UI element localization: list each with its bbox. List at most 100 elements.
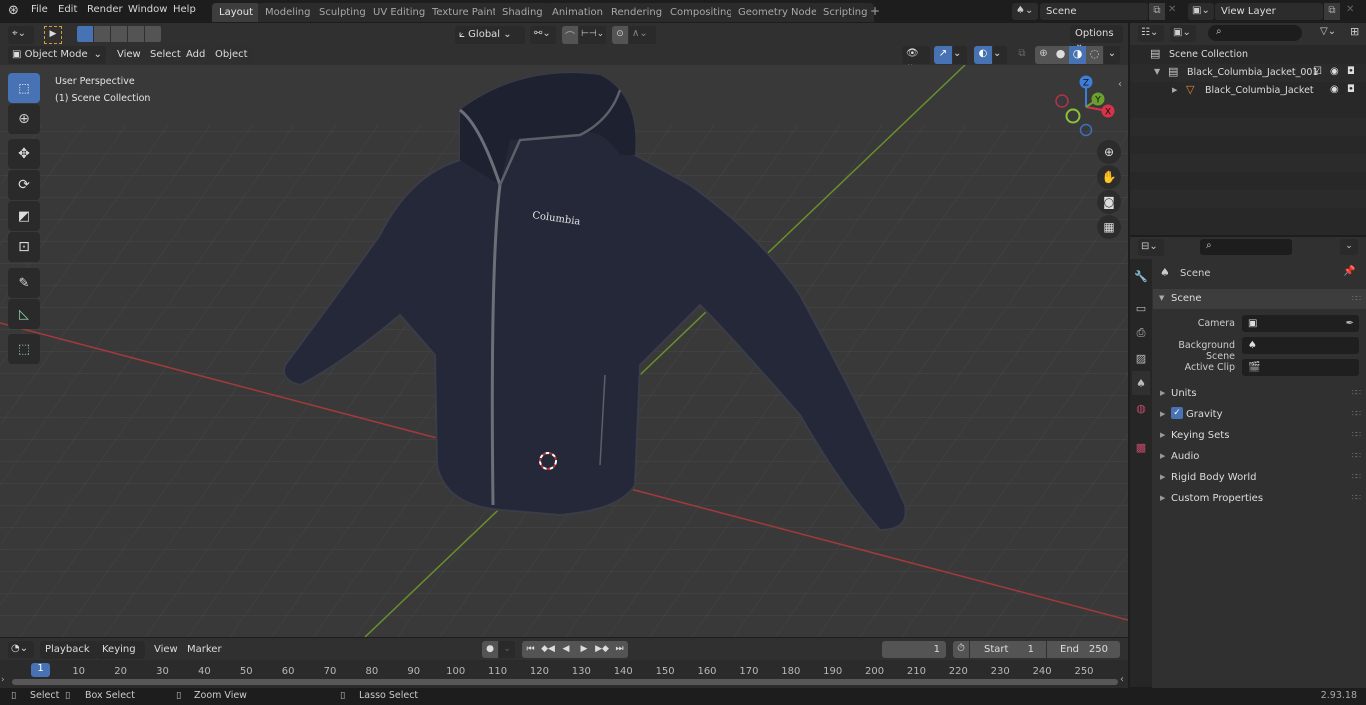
menu-edit[interactable]: Edit — [58, 4, 77, 15]
gizmo-dropdown-icon[interactable]: ⌄ — [953, 46, 967, 64]
delete-view-layer-icon[interactable]: ✕ — [1346, 4, 1354, 15]
scene-selector-icon[interactable]: ♠⌄ — [1012, 3, 1038, 20]
tool-transform[interactable]: ⊡ — [8, 232, 40, 262]
eyedropper-icon[interactable]: ✒ — [1346, 318, 1354, 329]
timeline-scrollbar[interactable] — [12, 679, 1118, 685]
next-keyframe-icon[interactable]: ▶◆ — [593, 641, 611, 658]
panel-grip-icon[interactable]: ∷∷ — [1352, 472, 1361, 481]
zoom-view-icon[interactable]: ⊕ — [1097, 140, 1121, 164]
collapse-arrow-icon[interactable]: ▼ — [1154, 67, 1160, 76]
timeline-editor-type-icon[interactable]: ◔⌄ — [8, 641, 34, 658]
falloff-icon[interactable]: ∧⌄ — [629, 26, 656, 44]
outliner-row-object[interactable]: ▶ ▽ Black_Columbia_Jacket ◉ ◘ — [1130, 82, 1366, 100]
blender-logo-icon[interactable]: ⊛ — [8, 3, 19, 18]
3d-viewport[interactable]: Columbia ⬚ ⊕ ✥ ⟳ ◩ ⊡ ✎ ◺ ⬚ User Perspect… — [0, 65, 1128, 637]
auto-key-icon[interactable]: ● — [482, 641, 498, 658]
playback-menu[interactable]: Playback ⌄ — [40, 641, 97, 666]
menu-view[interactable]: View — [112, 46, 146, 64]
pivot-point-icon[interactable]: ⚯⌄ — [530, 26, 556, 44]
tab-texture-icon[interactable]: ▩ — [1132, 435, 1150, 459]
panel-scene-header[interactable]: ▼ Scene ∷∷ — [1153, 289, 1366, 309]
gravity-checkbox[interactable]: ✓ — [1171, 407, 1183, 419]
gizmo-toggle-icon[interactable]: ↗ — [934, 46, 952, 64]
navigation-gizmo[interactable]: Z Y X — [1050, 73, 1120, 143]
panel-grip-icon[interactable]: ∷∷ — [1352, 409, 1361, 418]
panel-grip-icon[interactable]: ∷∷ — [1352, 388, 1361, 397]
render-camera-icon[interactable]: ◘ — [1347, 84, 1355, 95]
visibility-eye-icon[interactable]: ◉ — [1330, 66, 1339, 77]
tool-select-box[interactable]: ⬚ — [8, 73, 40, 103]
tab-output-icon[interactable]: ⎙ — [1132, 321, 1150, 345]
tool-measure[interactable]: ◺ — [8, 299, 40, 329]
start-frame-field[interactable]: Start 1 — [970, 641, 1046, 658]
shading-solid-icon[interactable]: ● — [1052, 46, 1069, 64]
select-mode-new-icon[interactable] — [77, 26, 93, 42]
tab-world-icon[interactable]: ◍ — [1132, 396, 1150, 420]
panel-grip-icon[interactable]: ∷∷ — [1352, 451, 1361, 460]
menu-object[interactable]: Object — [210, 46, 253, 64]
render-camera-icon[interactable]: ◘ — [1347, 66, 1355, 77]
shading-rendered-icon[interactable]: ◌ — [1086, 46, 1103, 64]
shading-dropdown-icon[interactable]: ⌄ — [1104, 46, 1120, 64]
snap-target-icon[interactable]: ⊢⊣⌄ — [579, 26, 606, 44]
pan-view-icon[interactable]: ✋ — [1097, 165, 1121, 189]
active-clip-field[interactable]: 🎬 — [1242, 359, 1359, 376]
new-scene-icon[interactable]: ⧉ — [1149, 3, 1165, 20]
overlays-dropdown-icon[interactable]: ⌄ — [993, 46, 1007, 64]
tab-compositing[interactable]: Compositing — [663, 3, 740, 22]
panel-grip-icon[interactable]: ∷∷ — [1352, 294, 1361, 303]
tab-layout[interactable]: Layout — [212, 3, 260, 22]
new-view-layer-icon[interactable]: ⧉ — [1324, 3, 1340, 20]
view-layer-field[interactable]: View Layer — [1215, 3, 1323, 20]
tab-tool-icon[interactable]: 🔧 — [1132, 264, 1150, 288]
panel-custom-properties[interactable]: ▶ Custom Properties ∷∷ — [1153, 490, 1366, 508]
panel-keying-sets[interactable]: ▶ Keying Sets ∷∷ — [1153, 427, 1366, 445]
tab-scene-icon[interactable]: ♠ — [1132, 371, 1150, 395]
jump-start-icon[interactable]: ⏮ — [522, 641, 539, 658]
tab-view-layer-icon[interactable]: ▨ — [1132, 346, 1150, 370]
add-workspace-button[interactable]: + — [870, 4, 880, 18]
tab-animation[interactable]: Animation — [545, 3, 610, 22]
menu-render[interactable]: Render — [87, 4, 123, 15]
tab-scripting[interactable]: Scripting — [816, 3, 875, 22]
properties-editor-type-icon[interactable]: ⊟⌄ — [1138, 239, 1164, 256]
options-button[interactable]: Options ⌄ — [1070, 25, 1123, 50]
visibility-icon[interactable]: 👁⌄ — [902, 46, 930, 70]
outliner-editor-type-icon[interactable]: ☷⌄ — [1138, 25, 1164, 42]
gizmo-neg-z[interactable] — [1079, 123, 1093, 137]
background-scene-field[interactable]: ♠ — [1242, 337, 1359, 354]
mode-dropdown[interactable]: ▣ Object Mode ⌄ — [8, 46, 106, 64]
current-frame-field[interactable]: 1 — [882, 641, 946, 658]
perspective-toggle-icon[interactable]: ▦ — [1097, 215, 1121, 239]
timeline-menu-view[interactable]: View — [149, 641, 183, 659]
editor-type-icon[interactable]: ⌖⌄ — [8, 26, 34, 44]
jump-end-icon[interactable]: ⏭ — [611, 641, 628, 658]
camera-field[interactable]: ▣ ✒ — [1242, 315, 1359, 332]
pin-icon[interactable]: 📌 — [1343, 266, 1355, 277]
xray-toggle-icon[interactable]: ⧉ — [1014, 46, 1030, 64]
sidebar-toggle-icon[interactable]: ‹ — [1118, 79, 1122, 90]
auto-key-dropdown-icon[interactable]: ⌄ — [499, 641, 515, 658]
menu-add[interactable]: Add — [181, 46, 211, 64]
preview-range-icon[interactable]: ⏱ — [953, 641, 969, 658]
display-mode-icon[interactable]: ▣⌄ — [1170, 25, 1196, 42]
snap-toggle-icon[interactable]: ⌒ — [562, 26, 578, 44]
panel-audio[interactable]: ▶ Audio ∷∷ — [1153, 448, 1366, 466]
proportional-edit-icon[interactable]: ⊙ — [612, 26, 628, 44]
playhead[interactable]: 1 — [31, 663, 50, 677]
tool-annotate[interactable]: ✎ — [8, 268, 40, 298]
outliner-search-input[interactable]: ⌕ — [1208, 25, 1302, 41]
menu-select[interactable]: Select — [145, 46, 186, 64]
tool-rotate[interactable]: ⟳ — [8, 170, 40, 200]
outliner-row-collection[interactable]: ▼ ▤ Black_Columbia_Jacket_001 ☑ ◉ ◘ — [1130, 64, 1366, 82]
tab-modeling[interactable]: Modeling — [258, 3, 318, 22]
select-mode-intersect-icon[interactable] — [145, 26, 161, 42]
panel-rigid-body-world[interactable]: ▶ Rigid Body World ∷∷ — [1153, 469, 1366, 487]
view-layer-selector-icon[interactable]: ▣⌄ — [1188, 3, 1214, 20]
panel-units[interactable]: ▶ Units ∷∷ — [1153, 385, 1366, 403]
filter-icon[interactable]: ▽⌄ — [1320, 26, 1336, 37]
outliner-row-scene-collection[interactable]: ▤ Scene Collection — [1130, 46, 1366, 64]
tool-select-icon[interactable]: ▶ — [44, 26, 62, 44]
timeline-menu-marker[interactable]: Marker — [182, 641, 227, 659]
expand-arrow-icon[interactable]: ▶ — [1172, 86, 1177, 94]
